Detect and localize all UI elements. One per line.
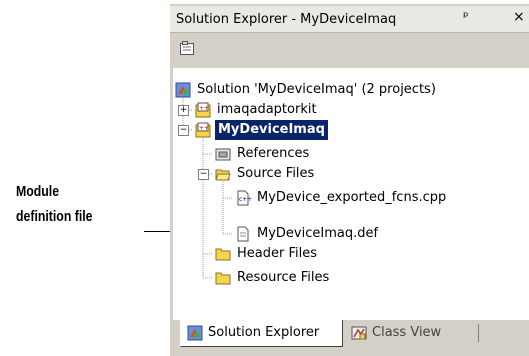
tree-item-label: imaqadaptorkit xyxy=(217,102,317,117)
svg-text:c++: c++ xyxy=(239,196,251,203)
panel-titlebar[interactable]: Solution Explorer - MyDeviceImaq ᵖ × xyxy=(170,6,529,33)
callout-line1: Module xyxy=(16,183,60,200)
tree-item-label: Header Files xyxy=(237,246,317,261)
folder-icon xyxy=(215,248,231,261)
tree-item-label: Solution 'MyDeviceImaq' (2 projects) xyxy=(197,82,436,97)
tab-separator xyxy=(478,324,479,342)
tab-class-view[interactable]: Class View xyxy=(345,320,473,346)
tree-item-label: MyDeviceImaq.def xyxy=(257,226,379,241)
solution-icon xyxy=(187,325,203,341)
class-view-icon xyxy=(351,326,367,340)
tree-item-label: MyDeviceImaq xyxy=(215,120,328,140)
tree-item-label: Resource Files xyxy=(237,270,330,285)
vc-project-icon: ++ xyxy=(195,102,211,118)
panel-tabbar: Solution Explorer Class View xyxy=(173,320,529,356)
svg-text:++: ++ xyxy=(199,125,209,132)
tree-item-label: MyDevice_exported_fcns.cpp xyxy=(257,190,447,205)
vc-project-icon: ++ xyxy=(195,122,211,138)
tab-solution-explorer[interactable]: Solution Explorer xyxy=(180,320,343,347)
callout-label: Module definition file xyxy=(16,179,93,229)
collapse-minus-icon[interactable]: − xyxy=(198,169,209,180)
folder-icon xyxy=(215,272,231,285)
text-file-icon xyxy=(237,226,249,242)
expand-plus-icon[interactable]: + xyxy=(178,105,189,116)
properties-icon[interactable] xyxy=(180,41,194,55)
solution-icon xyxy=(175,82,191,98)
svg-text:++: ++ xyxy=(199,105,209,112)
solution-tree: Solution 'MyDeviceImaq' (2 projects) + +… xyxy=(173,68,529,320)
panel-toolbar xyxy=(170,33,529,63)
cpp-file-icon: c++ xyxy=(237,190,251,206)
close-icon[interactable]: × xyxy=(513,9,525,25)
open-folder-icon xyxy=(215,169,231,181)
collapse-minus-icon[interactable]: − xyxy=(178,125,189,136)
solution-explorer-panel: Solution Explorer - MyDeviceImaq ᵖ × Sol… xyxy=(170,4,529,356)
tab-label: Class View xyxy=(372,325,442,340)
references-icon xyxy=(215,148,231,161)
callout-line2: definition file xyxy=(16,208,93,225)
tree-item-label: References xyxy=(237,146,310,161)
tree-item-label: Source Files xyxy=(237,166,315,181)
pin-icon[interactable]: ᵖ xyxy=(463,10,469,25)
panel-title: Solution Explorer - MyDeviceImaq xyxy=(176,12,397,27)
tab-label: Solution Explorer xyxy=(208,325,320,340)
